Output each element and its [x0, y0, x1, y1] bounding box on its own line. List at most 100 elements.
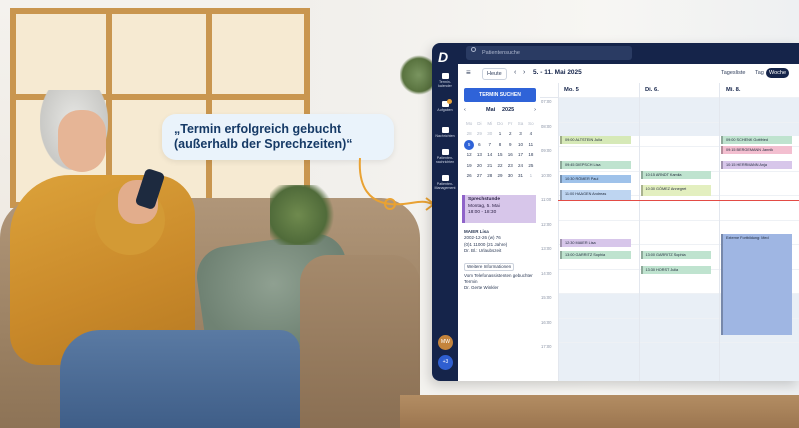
sidebar-item-chat[interactable]: Nachrichten: [433, 127, 457, 138]
mini-day[interactable]: 25: [526, 161, 536, 171]
mini-day[interactable]: 11: [526, 140, 536, 150]
appointment-block[interactable]: 13:30 HORST Julia: [640, 266, 711, 275]
appointment-block[interactable]: 12:30 MAIER Lisa: [560, 239, 631, 248]
top-bar: Patientensuche: [458, 43, 799, 64]
sidebar-item-label: Nachrichten: [435, 134, 455, 138]
user-avatar[interactable]: MW: [438, 335, 453, 350]
appointment-block[interactable]: 10:30 GÓMEZ Annegret: [640, 185, 711, 197]
time-label: 07:00: [541, 99, 552, 104]
mini-day[interactable]: 15: [495, 150, 505, 160]
mini-day[interactable]: 22: [495, 161, 505, 171]
mini-day[interactable]: 31: [515, 171, 525, 181]
patient-search-input[interactable]: Patientensuche: [466, 46, 632, 60]
sidebar: D Termin-kalender Aufgaben Nachrichten P…: [432, 43, 458, 381]
time-label: 08:00: [541, 123, 552, 129]
mini-day[interactable]: 4: [526, 129, 536, 139]
mini-day[interactable]: 24: [515, 161, 525, 171]
connector-arrow-icon: [358, 158, 436, 211]
mini-day[interactable]: 3: [515, 129, 525, 139]
mini-day[interactable]: 16: [505, 150, 515, 160]
appointment-block[interactable]: 10:15 HERRMANN Anja: [721, 160, 792, 169]
day-header-mon[interactable]: Mo. 5: [564, 85, 579, 95]
day-header-tue[interactable]: Di. 6.: [645, 85, 659, 95]
mini-day[interactable]: 28: [464, 129, 474, 139]
mini-day[interactable]: 13: [474, 150, 484, 160]
sidebar-item-label: Termin-kalender: [438, 80, 452, 88]
mini-day[interactable]: 12: [464, 150, 474, 160]
mini-day[interactable]: 6: [474, 140, 484, 150]
calendar-app-window: D Termin-kalender Aufgaben Nachrichten P…: [432, 43, 799, 381]
hour-gridline: [558, 342, 799, 343]
appointment-block[interactable]: 09:45 DIEPSCH Lisa: [560, 160, 631, 169]
prev-month-button[interactable]: ‹: [464, 107, 466, 113]
day-header-wed[interactable]: Mi. 8.: [726, 85, 741, 95]
mini-day[interactable]: 23: [505, 161, 515, 171]
patients-icon: [441, 175, 449, 181]
mini-day[interactable]: 8: [495, 140, 505, 150]
today-button[interactable]: Heute: [482, 68, 507, 80]
sidebar-item-label: Patienten-nachrichten: [435, 156, 455, 164]
appointment-block[interactable]: 13:00 GARRITZ Sophia: [560, 251, 631, 260]
mini-day[interactable]: 29: [474, 129, 484, 139]
time-label: 13:00: [541, 246, 552, 251]
mini-day[interactable]: 2: [505, 129, 515, 139]
mini-day[interactable]: 17: [515, 150, 525, 160]
day-header-label: Mo. 5: [564, 87, 579, 93]
mini-weekday: Fr: [508, 121, 513, 126]
mini-day[interactable]: 9: [505, 140, 515, 150]
appointment-block[interactable]: 09:00 ALTSTEIN Julia: [560, 136, 631, 145]
prev-week-button[interactable]: ‹: [514, 68, 516, 78]
mini-day[interactable]: 7: [485, 140, 495, 150]
view-woche[interactable]: Woche: [766, 68, 790, 78]
tasks-badge: [447, 99, 452, 104]
mini-day[interactable]: 20: [474, 161, 484, 171]
appointment-block[interactable]: 13:00 GARRITZ Sophia: [640, 251, 711, 260]
view-tag[interactable]: Tag: [752, 68, 767, 78]
plus-button[interactable]: +3: [438, 355, 453, 370]
day-column-divider: [638, 83, 640, 381]
day-header-row: Mo. 5 Di. 6. Mi. 8.: [540, 83, 799, 98]
sidebar-item-calendar[interactable]: Termin-kalender: [433, 73, 457, 88]
mini-day[interactable]: 14: [485, 150, 495, 160]
appointment-block[interactable]: 11:00 HAAGEN Andreas: [560, 190, 631, 201]
mini-day[interactable]: 27: [474, 171, 484, 181]
mini-weekday: Di: [477, 121, 482, 126]
more-info-button[interactable]: Weitere Informationen: [464, 262, 515, 272]
appointment-block[interactable]: 10:15 ARNDT Kamila: [640, 170, 711, 179]
menu-icon[interactable]: ≡: [466, 69, 471, 77]
next-month-button[interactable]: ›: [534, 107, 536, 113]
find-appointment-button[interactable]: TERMIN SUCHEN: [464, 88, 536, 102]
mini-day[interactable]: 26: [464, 171, 474, 181]
patient-more-link[interactable]: Dr. Gerte Winkler: [464, 285, 538, 291]
sidebar-item-patients[interactable]: Patienten-Management: [433, 175, 457, 190]
appointment-block[interactable]: 09:15 BERGEMANN Jannik: [721, 146, 792, 154]
sprechstunde-card[interactable]: Sprechstunde Montag, 5. Mai 18:00 - 18:3…: [462, 195, 536, 223]
woman-jeans: [60, 330, 300, 428]
next-week-button[interactable]: ›: [523, 68, 525, 78]
plant-small: [270, 185, 340, 245]
week-calendar: Mo. 5 Di. 6. Mi. 8. 07:00 08:00 09:00 10:00…: [540, 83, 799, 381]
mini-day[interactable]: 19: [464, 161, 474, 171]
mini-day[interactable]: 28: [485, 171, 495, 181]
speech-bubble-text: „Termin erfolgreich gebucht (außerhalb d…: [174, 122, 353, 151]
appointment-block[interactable]: Externe Fortbildung: Med: [721, 234, 792, 335]
hour-gridline: [558, 97, 799, 98]
mini-day[interactable]: 21: [485, 161, 495, 171]
mini-day[interactable]: 18: [526, 150, 536, 160]
appointment-block[interactable]: 10:30 RÖMER Paul: [560, 175, 631, 184]
sidebar-item-tasks[interactable]: Aufgaben: [433, 99, 457, 112]
view-tagesliste[interactable]: Tagesliste: [718, 68, 748, 78]
mini-day[interactable]: 1: [495, 129, 505, 139]
mini-day[interactable]: 30: [485, 129, 495, 139]
sidebar-item-messages[interactable]: Patienten-nachrichten: [433, 149, 457, 164]
mini-day[interactable]: 29: [495, 171, 505, 181]
chat-icon: [441, 127, 449, 133]
mini-day[interactable]: 10: [515, 140, 525, 150]
mini-day[interactable]: 1: [526, 171, 536, 181]
appointment-block[interactable]: 09:00 SCHENK Gottfried: [721, 136, 792, 145]
mini-day[interactable]: 5: [464, 139, 475, 151]
month-label: Mai: [486, 107, 496, 113]
app-logo[interactable]: D: [438, 49, 452, 65]
calendar-toolbar: ≡ Heute ‹ › 5. - 11. Mai 2025 Tagesliste…: [458, 64, 799, 84]
mini-day[interactable]: 30: [505, 171, 515, 181]
